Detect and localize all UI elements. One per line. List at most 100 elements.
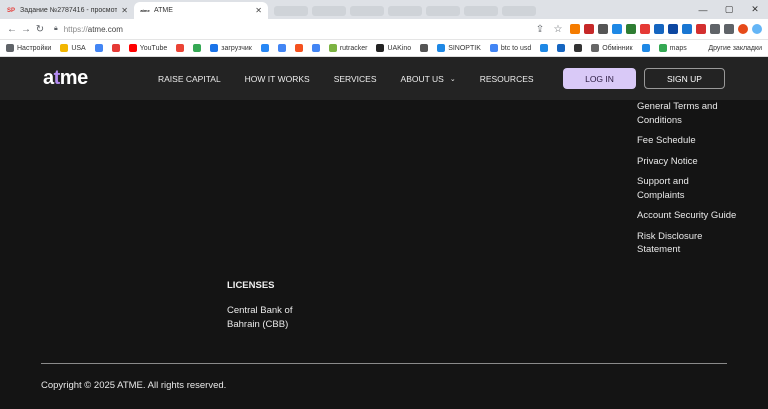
nav-raise-capital[interactable]: RAISE CAPITAL xyxy=(158,74,221,84)
nav-services[interactable]: SERVICES xyxy=(334,74,377,84)
browser-tab[interactable] xyxy=(464,5,498,16)
bookmark-item[interactable]: maps xyxy=(658,44,687,52)
url-host: atme.com xyxy=(87,24,123,34)
close-window-icon[interactable]: ✕ xyxy=(742,4,768,15)
bookmark-item[interactable] xyxy=(420,44,431,52)
bookmark-favicon-icon xyxy=(294,44,303,52)
signup-button[interactable]: SIGN UP xyxy=(644,68,725,89)
forward-icon[interactable]: → xyxy=(20,24,32,35)
browser-tab[interactable] xyxy=(350,5,384,16)
bookmark-item[interactable]: Настройки xyxy=(6,44,51,52)
chevron-down-icon: ⌄ xyxy=(449,75,456,83)
link-account-security[interactable]: Account Security Guide xyxy=(637,209,737,223)
extension-icon[interactable] xyxy=(682,24,692,34)
extension-icon[interactable] xyxy=(654,24,664,34)
extension-icon[interactable] xyxy=(668,24,678,34)
browser-tab-bar: SP Задание №2787416 - просмотр з ✕ atme … xyxy=(0,0,768,19)
bookmark-favicon-icon xyxy=(591,44,600,52)
bookmark-item[interactable] xyxy=(260,44,272,52)
license-cbb: Central Bank of Bahrain (CBB) xyxy=(227,305,293,330)
bookmark-item[interactable]: SINOPTIK xyxy=(437,44,481,52)
link-support-complaints[interactable]: Support and Complaints xyxy=(637,175,737,202)
tab-title: ATME xyxy=(154,7,173,14)
browser-tab-assignment[interactable]: SP Задание №2787416 - просмотр з ✕ xyxy=(0,2,134,19)
bookmark-favicon-icon xyxy=(641,44,650,52)
browser-toolbar: ← → ↻ 🔒︎ https:// atme.com ⇪ ☆ xyxy=(0,19,768,40)
bookmark-item[interactable]: rutracker xyxy=(328,44,367,52)
bookmark-item[interactable] xyxy=(94,44,106,52)
atme-logo[interactable]: atme xyxy=(43,67,88,90)
bookmarks-bar: Настройки USA YouTube загрузчик rutracker UAK… xyxy=(0,40,768,57)
bookmark-item[interactable] xyxy=(557,44,568,52)
bookmark-favicon-icon xyxy=(437,44,446,52)
extension-icon[interactable] xyxy=(626,24,636,34)
bookmark-item[interactable] xyxy=(111,44,123,52)
bookmark-item[interactable]: USA xyxy=(60,44,86,52)
bookmark-favicon-icon xyxy=(260,44,269,52)
bookmark-item[interactable] xyxy=(176,44,187,52)
extension-icon[interactable] xyxy=(570,24,580,34)
browser-tab[interactable] xyxy=(426,5,460,16)
browser-tab[interactable] xyxy=(274,5,308,16)
profile-avatar-icon[interactable] xyxy=(738,24,748,34)
bookmark-item[interactable]: загрузчик xyxy=(210,44,252,52)
address-bar[interactable]: 🔒︎ https:// atme.com xyxy=(54,22,534,37)
bookmark-favicon-icon xyxy=(658,44,667,52)
close-icon[interactable]: ✕ xyxy=(255,6,262,15)
bookmark-favicon-icon xyxy=(574,44,583,52)
share-icon[interactable]: ⇪ xyxy=(534,24,546,35)
bookmark-item[interactable] xyxy=(193,44,204,52)
bookmark-item[interactable] xyxy=(641,44,653,52)
extension-icon[interactable] xyxy=(696,24,706,34)
browser-tab[interactable] xyxy=(388,5,422,16)
bookmark-label: USA xyxy=(71,44,86,52)
star-icon[interactable]: ☆ xyxy=(552,24,564,35)
bookmark-item[interactable] xyxy=(540,44,551,52)
close-icon[interactable]: ✕ xyxy=(121,6,128,15)
bookmark-favicon-icon xyxy=(176,44,185,52)
link-general-terms[interactable]: General Terms and Conditions xyxy=(637,100,737,127)
bookmark-favicon-icon xyxy=(193,44,202,52)
bookmark-favicon-icon xyxy=(489,44,498,52)
link-fee-schedule[interactable]: Fee Schedule xyxy=(637,134,737,148)
login-button[interactable]: LOG IN xyxy=(563,68,636,89)
bookmark-favicon-icon xyxy=(6,44,14,52)
bookmark-favicon-icon xyxy=(210,44,219,52)
bookmark-label: Обмінник xyxy=(602,44,633,52)
bookmark-item[interactable]: YouTube xyxy=(128,44,167,52)
nav-how-it-works[interactable]: HOW IT WORKS xyxy=(245,74,310,84)
maximize-icon[interactable]: ▢ xyxy=(716,4,742,15)
licenses-block: LICENSES Central Bank of Bahrain (CBB) xyxy=(227,280,317,331)
bookmark-item[interactable]: btc to usd xyxy=(489,44,531,52)
extension-icon[interactable] xyxy=(612,24,622,34)
puzzle-icon[interactable] xyxy=(710,24,720,34)
bookmark-item[interactable]: UAKino xyxy=(376,44,411,52)
reload-icon[interactable]: ↻ xyxy=(34,24,46,35)
browser-tab[interactable] xyxy=(312,5,346,16)
extension-icon[interactable] xyxy=(598,24,608,34)
profile-icon[interactable] xyxy=(752,24,762,34)
link-risk-disclosure[interactable]: Risk Disclosure Statement xyxy=(637,230,737,257)
bookmark-item[interactable]: Обмінник xyxy=(591,44,633,52)
bookmark-item[interactable] xyxy=(294,44,306,52)
bookmark-item[interactable] xyxy=(311,44,323,52)
browser-tab[interactable] xyxy=(502,5,536,16)
link-privacy-notice[interactable]: Privacy Notice xyxy=(637,155,737,169)
sidebar-icon[interactable] xyxy=(724,24,734,34)
nav-resources[interactable]: RESOURCES xyxy=(480,74,534,84)
extension-icon[interactable] xyxy=(640,24,650,34)
nav-about-us[interactable]: ABOUT US ⌄ xyxy=(401,74,456,84)
other-bookmarks[interactable]: Другие закладки xyxy=(708,45,762,52)
site-header: atme RAISE CAPITAL HOW IT WORKS SERVICES… xyxy=(0,57,768,100)
minimize-icon[interactable]: — xyxy=(690,5,716,15)
url-scheme: https:// xyxy=(63,24,88,34)
bookmark-favicon-icon xyxy=(94,44,103,52)
tab-title: Задание №2787416 - просмотр з xyxy=(20,7,118,14)
licenses-heading: LICENSES xyxy=(227,280,275,291)
bookmark-item[interactable] xyxy=(574,44,585,52)
bookmark-item[interactable] xyxy=(277,44,289,52)
copyright-text: Copyright © 2025 ATME. All rights reserv… xyxy=(41,380,227,391)
extension-icon[interactable] xyxy=(584,24,594,34)
back-icon[interactable]: ← xyxy=(6,24,18,35)
browser-tab-atme[interactable]: atme ATME ✕ xyxy=(134,2,268,19)
